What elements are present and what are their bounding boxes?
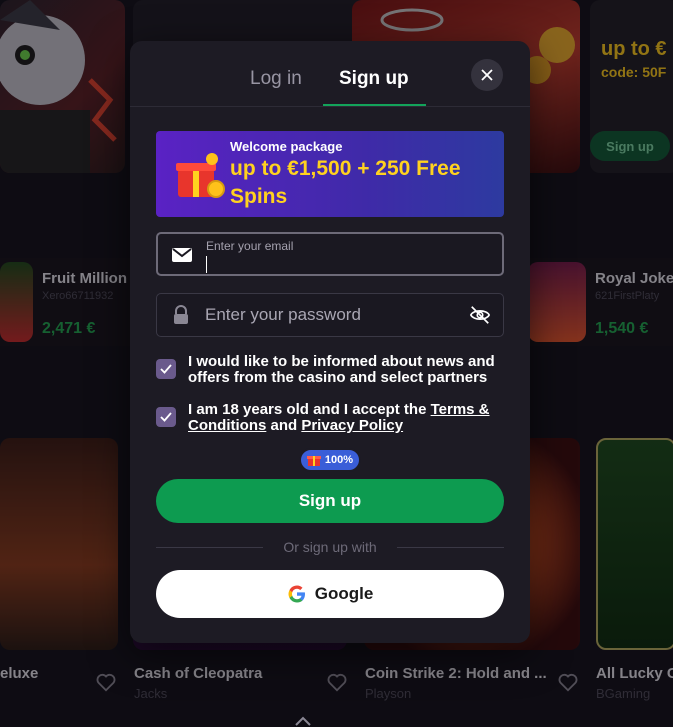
close-icon (481, 69, 493, 81)
welcome-package-title: Welcome package (230, 139, 343, 154)
google-signup-button[interactable]: Google (156, 570, 504, 618)
text-cursor (206, 256, 207, 273)
privacy-link[interactable]: Privacy Policy (301, 417, 403, 434)
signup-modal: Log in Sign up Welcome package up to €1,… (130, 41, 530, 643)
gift-icon (306, 456, 321, 466)
or-divider: Or sign up with (156, 539, 504, 555)
casino-page: up to € code: 50F Sign up Fruit Million … (0, 0, 673, 727)
news-consent-checkbox[interactable] (156, 359, 176, 379)
gift-icon (176, 153, 225, 198)
password-field[interactable]: Enter your password (156, 293, 504, 337)
google-button-label: Google (314, 584, 374, 603)
email-label: Enter your email (206, 239, 294, 253)
news-consent-text: I would like to be informed about news a… (188, 353, 495, 386)
close-button[interactable] (471, 59, 503, 91)
bonus-badge-text: 100% (324, 454, 354, 466)
tab-signup[interactable]: Sign up (339, 68, 409, 90)
welcome-package-banner: Welcome package up to €1,500 + 250 Free … (156, 131, 504, 217)
auth-tabs: Log in Sign up (130, 41, 530, 107)
and-text: and (270, 417, 298, 434)
checkmark-icon (160, 364, 172, 374)
age-consent-checkbox[interactable] (156, 407, 176, 427)
age-consent-row: I am 18 years old and I accept the Terms… (156, 402, 504, 442)
google-icon (288, 585, 305, 603)
age-consent-text: I am 18 years old and I accept the Terms… (188, 402, 504, 434)
email-field[interactable]: Enter your email (156, 232, 504, 276)
checkmark-icon (160, 412, 172, 422)
active-tab-indicator (323, 104, 426, 106)
signup-button[interactable]: Sign up (156, 479, 504, 523)
password-placeholder: Enter your password (205, 305, 361, 324)
eye-off-icon[interactable] (469, 304, 491, 326)
chevron-up-icon[interactable] (294, 716, 312, 727)
bonus-badge: 100% (299, 448, 361, 472)
tab-login[interactable]: Log in (250, 68, 302, 90)
age-consent-prefix: I am 18 years old and I accept the (188, 401, 427, 418)
envelope-icon (172, 248, 192, 262)
news-consent-row: I would like to be informed about news a… (156, 354, 504, 394)
divider-text: Or sign up with (283, 539, 377, 555)
lock-icon (174, 305, 188, 324)
welcome-package-offer: up to €1,500 + 250 Free Spins (230, 157, 461, 208)
